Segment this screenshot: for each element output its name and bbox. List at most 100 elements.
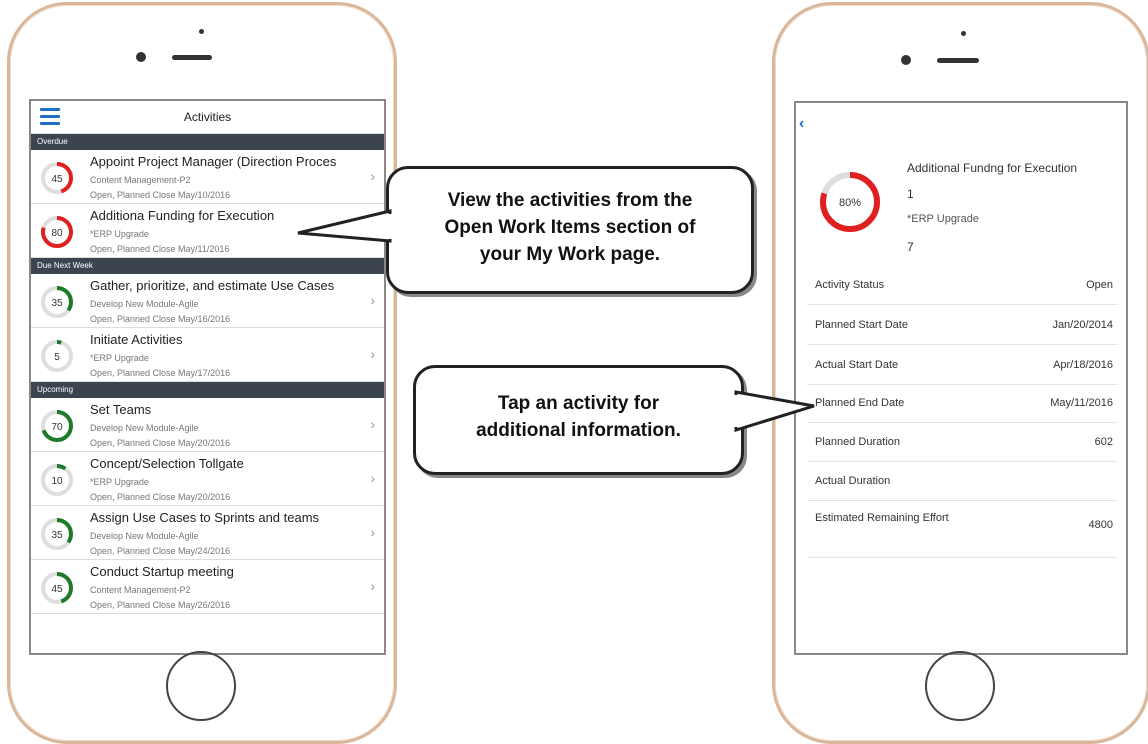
callout-line: View the activities from the xyxy=(447,190,693,211)
progress-ring: 70 xyxy=(41,410,73,442)
activity-row[interactable]: 35 Assign Use Cases to Sprints and teams D… xyxy=(31,506,384,560)
progress-value: 70 xyxy=(51,422,63,433)
field-value: Apr/18/2016 xyxy=(1053,359,1113,371)
progress-value: 35 xyxy=(51,298,63,309)
front-camera xyxy=(136,52,146,62)
activity-title: Additiona Funding for Execution xyxy=(90,208,275,223)
detail-field-row: Planned Duration 602 xyxy=(807,423,1117,462)
activity-title: Additional Fundng for Execution xyxy=(907,161,1078,175)
activity-status: Open, Planned Close May/16/2016 xyxy=(90,314,231,324)
field-label: Planned End Date xyxy=(815,397,905,409)
activities-header: Activities xyxy=(31,101,384,134)
detail-field-row: Planned End Date May/11/2016 xyxy=(807,384,1117,423)
section-header: Overdue xyxy=(31,134,384,150)
detail-field-row: Activity Status Open xyxy=(807,266,1117,305)
activity-project: Develop New Module-Agile xyxy=(90,531,199,541)
page-title: Activities xyxy=(183,110,232,124)
detail-field-row: Estimated Remaining Effort 4800 xyxy=(807,501,1117,558)
activity-row[interactable]: 10 Concept/Selection Tollgate *ERP Upgrade… xyxy=(31,452,384,506)
activity-status: Open, Planned Close May/26/2016 xyxy=(90,600,231,610)
field-label: Actual Duration xyxy=(815,475,891,487)
activity-project: Content Management-P2 xyxy=(90,585,191,595)
home-button[interactable] xyxy=(925,651,995,721)
activity-row[interactable]: 5 Initiate Activities *ERP Upgrade Open, Pl… xyxy=(31,328,384,382)
field-label: Planned Start Date xyxy=(815,319,908,331)
activity-status: Open, Planned Close May/24/2016 xyxy=(90,546,231,556)
callout-tap-activity: Tap an activity for additional informati… xyxy=(413,365,744,475)
earpiece-speaker xyxy=(172,55,212,60)
activity-project: *ERP Upgrade xyxy=(907,213,979,225)
activity-row[interactable]: 35 Gather, prioritize, and estimate Use C… xyxy=(31,274,384,328)
earpiece-speaker xyxy=(937,58,979,63)
activity-status: Open, Planned Close May/20/2016 xyxy=(90,492,231,502)
progress-ring: 80 xyxy=(41,216,73,248)
phone-frame-right: ‹ 80% Additional Fundng for Execution 1 … xyxy=(772,2,1148,744)
progress-value: 5 xyxy=(54,352,60,363)
activity-status: Open, Planned Close May/11/2016 xyxy=(90,244,230,254)
chevron-right-icon: › xyxy=(370,168,375,184)
field-value: Jan/20/2014 xyxy=(1052,319,1113,331)
activity-title: Conduct Startup meeting xyxy=(90,564,234,579)
activity-count: 7 xyxy=(907,240,914,254)
progress-ring: 45 xyxy=(41,572,73,604)
callout-line: Tap an activity for xyxy=(497,393,660,414)
chevron-right-icon: › xyxy=(370,292,375,308)
activity-project: *ERP Upgrade xyxy=(90,353,149,363)
activity-detail-screen: ‹ 80% Additional Fundng for Execution 1 … xyxy=(794,101,1128,655)
field-value: Open xyxy=(1086,279,1113,291)
activity-title: Initiate Activities xyxy=(90,332,183,347)
activity-row[interactable]: 45 Appoint Project Manager (Direction Pro… xyxy=(31,150,384,204)
callout-pointer xyxy=(297,209,392,243)
activity-project: *ERP Upgrade xyxy=(90,477,149,487)
activity-project: *ERP Upgrade xyxy=(90,229,149,239)
field-label: Activity Status xyxy=(815,279,885,291)
callout-line: additional information. xyxy=(476,420,681,441)
detail-field-row: Planned Start Date Jan/20/2014 xyxy=(807,306,1117,345)
callout-pointer xyxy=(734,390,815,433)
progress-ring: 5 xyxy=(41,340,73,372)
progress-value: 35 xyxy=(51,530,63,541)
activity-title: Gather, prioritize, and estimate Use Cas… xyxy=(90,278,335,293)
progress-value: 45 xyxy=(51,174,63,185)
progress-ring: 10 xyxy=(41,464,73,496)
field-label: Actual Start Date xyxy=(815,359,899,371)
progress-ring: 35 xyxy=(41,286,73,318)
progress-ring: 80% xyxy=(820,172,880,232)
callout-view-activities: View the activities from the Open Work I… xyxy=(386,166,754,294)
activity-project: Content Management-P2 xyxy=(90,175,191,185)
detail-field-row: Actual Start Date Apr/18/2016 xyxy=(807,346,1117,385)
chevron-right-icon: › xyxy=(370,346,375,362)
field-label: Estimated Remaining Effort xyxy=(815,512,949,524)
sensor-dot xyxy=(199,29,204,34)
section-header: Upcoming xyxy=(31,382,384,398)
progress-value: 10 xyxy=(51,476,63,487)
chevron-right-icon: › xyxy=(370,470,375,486)
progress-value: 45 xyxy=(51,584,63,595)
activity-title: Appoint Project Manager (Direction Proce… xyxy=(90,154,337,169)
progress-value: 80 xyxy=(51,228,63,239)
field-value: 4800 xyxy=(1088,519,1113,531)
detail-field-row: Actual Duration xyxy=(807,462,1117,501)
activity-row[interactable]: 45 Conduct Startup meeting Content Managem… xyxy=(31,560,384,614)
progress-label: 80% xyxy=(839,197,861,209)
chevron-right-icon: › xyxy=(370,524,375,540)
callout-line: your My Work page. xyxy=(479,244,661,265)
activity-project: Develop New Module-Agile xyxy=(90,299,199,309)
section-header: Due Next Week xyxy=(31,258,384,274)
chevron-right-icon: › xyxy=(370,578,375,594)
activity-number: 1 xyxy=(907,187,914,201)
field-value: 602 xyxy=(1094,436,1113,448)
chevron-left-icon[interactable]: ‹ xyxy=(799,115,804,133)
home-button[interactable] xyxy=(166,651,236,721)
callout-line: Open Work Items section of xyxy=(444,217,696,238)
activity-row[interactable]: 70 Set Teams Develop New Module-Agile Open,… xyxy=(31,398,384,452)
activity-title: Assign Use Cases to Sprints and teams xyxy=(90,510,320,525)
progress-ring: 45 xyxy=(41,162,73,194)
field-label: Planned Duration xyxy=(815,436,901,448)
activity-title: Concept/Selection Tollgate xyxy=(90,456,244,471)
activity-project: Develop New Module-Agile xyxy=(90,423,199,433)
sensor-dot xyxy=(961,31,966,36)
chevron-right-icon: › xyxy=(370,416,375,432)
activity-status: Open, Planned Close May/20/2016 xyxy=(90,438,231,448)
phone-frame-left: Activities Overdue 45 Appoint Project Mana… xyxy=(7,2,397,744)
